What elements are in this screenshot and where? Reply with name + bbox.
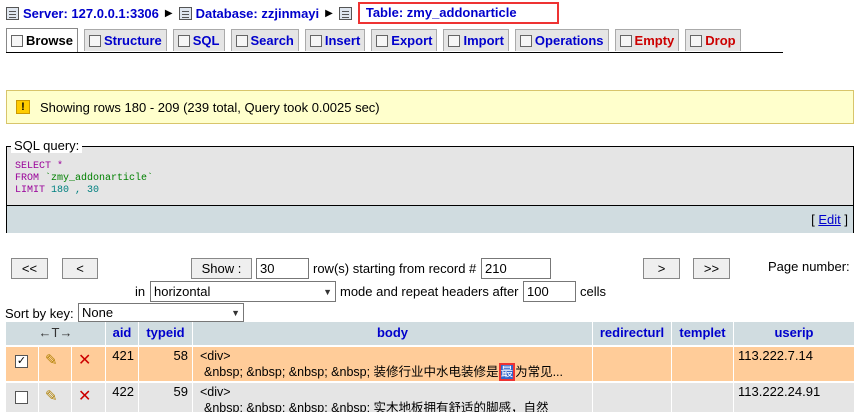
edit-pencil-icon[interactable]: ✎ xyxy=(45,351,58,369)
search-icon xyxy=(235,34,248,47)
sql-keyword: SELECT xyxy=(15,161,52,172)
next-page-button[interactable]: > xyxy=(643,258,680,279)
sql-query-code: SELECT * FROM `zmy_addonarticle` LIMIT 1… xyxy=(15,161,153,197)
table-link[interactable]: Table: zmy_addonarticle xyxy=(366,5,517,20)
row-checkbox[interactable]: ✓ xyxy=(15,355,28,368)
cell-templet xyxy=(672,383,734,412)
tab-bar: Browse Structure SQL Search Insert Expor… xyxy=(6,28,783,53)
cell-typeid: 59 xyxy=(139,383,193,412)
results-table: ←T→ aid typeid body redirecturl templet … xyxy=(6,322,854,412)
cell-aid: 422 xyxy=(106,383,139,412)
table-header-row: ←T→ aid typeid body redirecturl templet … xyxy=(6,322,854,345)
display-mode-select[interactable]: horizontal ▼ xyxy=(150,281,336,302)
tab-export[interactable]: Export xyxy=(371,29,438,51)
sql-star: * xyxy=(51,161,64,172)
sql-table-name: `zmy_addonarticle` xyxy=(39,173,154,184)
chevron-down-icon: ▼ xyxy=(323,286,332,297)
breadcrumb-separator-icon: ▶ xyxy=(164,7,173,19)
start-record-input[interactable]: 210 xyxy=(481,258,551,279)
browse-icon xyxy=(11,34,23,47)
sort-by-select[interactable]: None ▼ xyxy=(78,303,244,322)
sort-by-label: Sort by key: xyxy=(5,306,74,321)
table-row: ✓ ✎ ✕ 421 58 <div> &nbsp; &nbsp; &nbsp; … xyxy=(6,347,854,381)
notice-text: Showing rows 180 - 209 (239 total, Query… xyxy=(40,99,380,115)
sql-query-legend: SQL query: xyxy=(11,138,83,153)
server-link[interactable]: Server: 127.0.0.1:3306 xyxy=(23,6,159,21)
column-header-aid[interactable]: aid xyxy=(106,322,139,345)
tab-sql[interactable]: SQL xyxy=(172,29,225,51)
column-header-redirecturl[interactable]: redirecturl xyxy=(593,322,672,345)
cell-body: <div> &nbsp; &nbsp; &nbsp; &nbsp; 实木地板拥有… xyxy=(193,383,593,412)
rows-count-input[interactable]: 30 xyxy=(256,258,309,279)
edit-sql-link[interactable]: Edit xyxy=(818,212,840,227)
previous-page-button[interactable]: < xyxy=(62,258,98,279)
delete-icon[interactable]: ✕ xyxy=(78,386,91,406)
cell-aid: 421 xyxy=(106,347,139,381)
tab-empty[interactable]: Empty xyxy=(614,29,680,51)
table-icon xyxy=(338,6,352,20)
in-label: in xyxy=(135,284,146,299)
cell-typeid: 58 xyxy=(139,347,193,381)
structure-icon xyxy=(88,34,101,47)
drop-icon xyxy=(690,34,703,47)
column-resize-icon[interactable]: ←T→ xyxy=(6,322,106,345)
column-header-typeid[interactable]: typeid xyxy=(139,322,193,345)
row-checkbox[interactable] xyxy=(15,391,28,404)
column-header-body[interactable]: body xyxy=(193,322,593,345)
tab-browse[interactable]: Browse xyxy=(6,28,78,52)
sql-keyword: FROM xyxy=(15,173,40,184)
insert-icon xyxy=(309,34,322,47)
server-icon xyxy=(6,6,19,20)
cursor-highlight: 最 xyxy=(498,363,516,381)
tab-structure[interactable]: Structure xyxy=(83,29,167,51)
tab-insert[interactable]: Insert xyxy=(304,29,366,51)
notice-icon: ! xyxy=(16,100,30,114)
chevron-down-icon: ▼ xyxy=(231,307,240,318)
table-row: ✎ ✕ 422 59 <div> &nbsp; &nbsp; &nbsp; &n… xyxy=(6,383,854,412)
table-highlight-box: Table: zmy_addonarticle xyxy=(357,2,559,24)
empty-icon xyxy=(619,34,632,47)
rows-label: row(s) starting from record # xyxy=(313,261,477,276)
export-icon xyxy=(376,34,389,47)
sql-limit-values: 180 , 30 xyxy=(45,185,100,196)
breadcrumb-separator-icon: ▶ xyxy=(325,7,333,19)
tab-import[interactable]: Import xyxy=(443,29,509,51)
database-icon xyxy=(178,6,192,20)
sql-keyword: LIMIT xyxy=(15,185,46,196)
tab-operations[interactable]: Operations xyxy=(514,29,609,51)
cell-redirecturl xyxy=(593,383,672,412)
query-notice: ! Showing rows 180 - 209 (239 total, Que… xyxy=(6,90,854,124)
cell-body: <div> &nbsp; &nbsp; &nbsp; &nbsp; 装修行业中水… xyxy=(193,347,593,381)
repeat-headers-input[interactable]: 100 xyxy=(523,281,576,302)
tab-drop[interactable]: Drop xyxy=(685,29,741,51)
breadcrumb: Server: 127.0.0.1:3306 ▶ Database: zzjin… xyxy=(6,2,559,24)
cell-userip: 113.222.7.14 xyxy=(734,347,854,381)
import-icon xyxy=(448,34,461,47)
page-number-label: Page number: xyxy=(768,259,850,274)
sql-icon xyxy=(177,34,190,47)
delete-icon[interactable]: ✕ xyxy=(78,350,91,370)
last-page-button[interactable]: >> xyxy=(693,258,730,279)
first-page-button[interactable]: << xyxy=(11,258,48,279)
show-button[interactable]: Show : xyxy=(191,258,252,279)
column-header-userip[interactable]: userip xyxy=(734,322,854,345)
tab-search[interactable]: Search xyxy=(230,29,299,51)
sql-query-box: SQL query: SELECT * FROM `zmy_addonartic… xyxy=(6,138,854,233)
operations-icon xyxy=(519,34,532,47)
column-header-templet[interactable]: templet xyxy=(672,322,734,345)
database-link[interactable]: Database: zzjinmayi xyxy=(196,6,320,21)
repeat-headers-label: mode and repeat headers after xyxy=(340,284,519,299)
edit-pencil-icon[interactable]: ✎ xyxy=(45,387,58,405)
cell-templet xyxy=(672,347,734,381)
sql-edit-row: [ Edit ] xyxy=(7,205,853,233)
cell-redirecturl xyxy=(593,347,672,381)
cell-userip: 113.222.24.91 xyxy=(734,383,854,412)
cells-label: cells xyxy=(580,284,607,299)
